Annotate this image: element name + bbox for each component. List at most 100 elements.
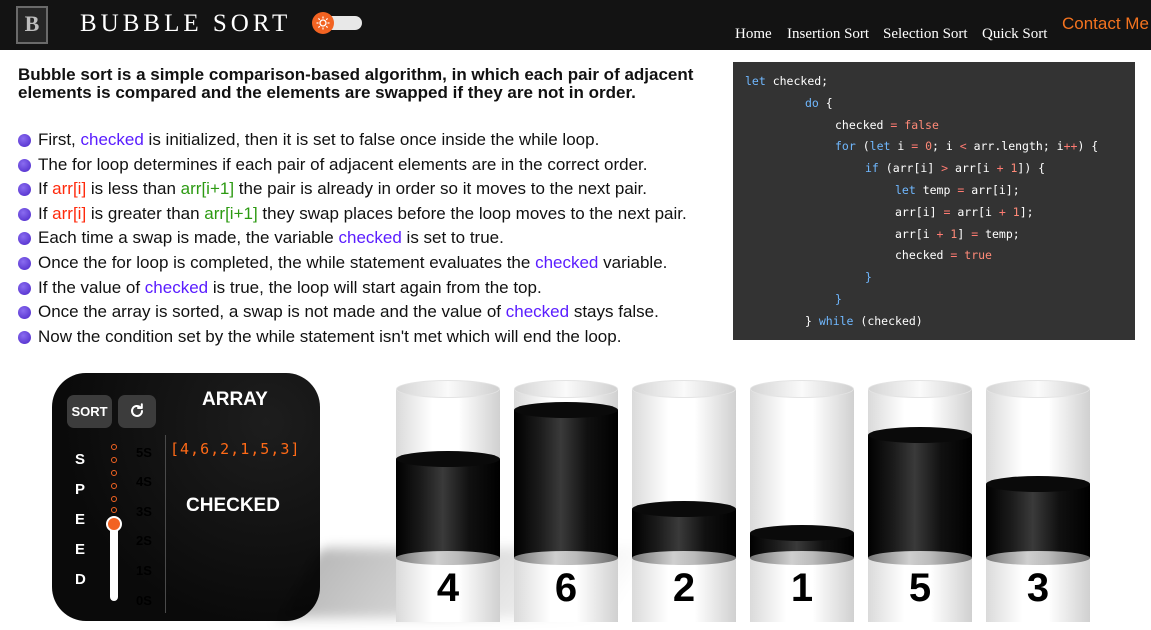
array-bar: 1 [750,380,854,622]
bullet-text: is less than [86,179,181,199]
bullet-icon [18,281,31,295]
nav-quick-sort[interactable]: Quick Sort [982,26,1047,43]
code-line: } [865,270,872,284]
reset-button[interactable] [118,395,156,428]
code-token: 1 [1012,204,1020,219]
bullet-icon [18,330,31,344]
speed-tick[interactable] [111,444,117,450]
speed-tick[interactable] [111,457,117,463]
toggle-knob[interactable] [312,12,334,34]
speed-slider[interactable] [110,525,118,601]
bar-fill [514,410,618,558]
sort-button[interactable]: SORT [67,395,112,428]
code-token: ; i [932,139,960,154]
bar-fill-base [750,551,854,565]
bullet-text: Each time a swap is made, the variable [38,228,339,248]
code-token: checked [835,117,891,132]
bullet-icon [18,134,31,147]
bullet-icon [18,306,31,320]
sun-icon [316,16,330,30]
bar-fill-base [868,551,972,565]
code-token: arr[i]; [964,183,1020,197]
highlight-term: checked [144,277,209,297]
code-token: true [964,248,992,263]
bar-fill-base [632,551,736,565]
speed-tick[interactable] [111,507,117,513]
nav-selection-sort[interactable]: Selection Sort [883,26,968,43]
speed-tick[interactable] [111,470,117,476]
speed-tick[interactable] [111,483,117,489]
list-item: Once the for loop is completed, the whil… [18,253,718,278]
bar-fill [986,484,1090,558]
theme-toggle[interactable] [312,12,362,34]
code-line: checked = true [895,248,992,262]
code-token: } [865,270,872,285]
bar-fill-top [396,451,500,467]
bullet-icon [18,207,31,221]
code-token: (checked) [853,313,923,328]
code-token: i [890,139,912,154]
highlight-term: arr[i] [52,179,87,199]
bullet-text: Once the for loop is completed, the whil… [38,252,536,272]
bar-value-label: 3 [1026,566,1050,610]
bar-cap [632,380,736,398]
code-token: let [745,74,766,88]
code-line: for (let i = 0; i < arr.length; i++) { [835,139,1098,153]
bullet-text: is greater than [86,203,205,223]
code-token: checked; [765,74,829,88]
speed-letter: P [75,481,86,498]
code-token: 0 [925,139,933,154]
list-item: If the value of checked is true, the loo… [18,278,718,303]
code-token: { [818,95,833,110]
status-label: CHECKED [186,495,280,516]
speed-letter: S [75,451,86,468]
speed-slider-thumb[interactable] [106,516,122,532]
bar-value-label: 2 [672,566,696,610]
bullet-text: is set to true. [401,228,504,248]
bar-cap [750,380,854,398]
nav-home[interactable]: Home [735,26,772,43]
bar-fill-top [514,402,618,418]
bar-cap [514,380,618,398]
bar-value-label: 4 [436,566,460,610]
top-nav-bar: B BUBBLE SORT Home Insertion Sort Select… [0,0,1151,50]
bar-value-label: 1 [790,566,814,610]
list-item: Each time a swap is made, the variable c… [18,228,718,253]
highlight-term: arr[i] [52,203,87,223]
array-bar: 2 [632,380,736,622]
site-logo[interactable]: B [16,6,48,44]
bullet-text: First, [38,130,81,149]
bar-value-label: 5 [908,566,932,610]
code-token: ] [957,226,972,241]
speed-tick[interactable] [111,496,117,502]
code-token: temp; [978,226,1020,241]
list-item: If arr[i] is less than arr[i+1] the pair… [18,179,718,204]
code-line: arr[i + 1] = temp; [895,227,1020,241]
code-block: let checked; do {checked = false for (let … [733,62,1135,340]
code-line: if (arr[i] > arr[i + 1]) { [865,161,1045,175]
code-token: while [818,313,854,328]
bar-fill-top [868,427,972,443]
code-token: do [805,95,819,110]
contact-link[interactable]: Contact Me [1062,14,1149,34]
bar-cap [396,380,500,398]
bullet-icon [18,183,31,197]
code-token: + [998,204,1006,219]
explanation-list: First, checked is initialized, then it i… [18,130,718,351]
code-line: arr[i] = arr[i + 1]; [895,205,1034,219]
speed-label-5s: 5S [136,445,152,460]
bullet-text: Now the condition set by the while state… [38,326,622,346]
list-item: If arr[i] is greater than arr[i+1] they … [18,204,718,229]
bullet-text: If [38,179,53,199]
code-line: } [835,292,842,306]
code-token: ++ [1063,139,1078,154]
highlight-term: checked [80,130,144,149]
array-bar: 3 [986,380,1090,622]
speed-label-0s: 0S [136,593,152,608]
bullet-text: they swap places before the loop moves t… [257,203,687,223]
code-token: } [805,313,819,328]
nav-insertion-sort[interactable]: Insertion Sort [787,26,869,43]
code-token: let [869,139,891,154]
bullet-text: Once the array is sorted, a swap is not … [38,302,506,322]
